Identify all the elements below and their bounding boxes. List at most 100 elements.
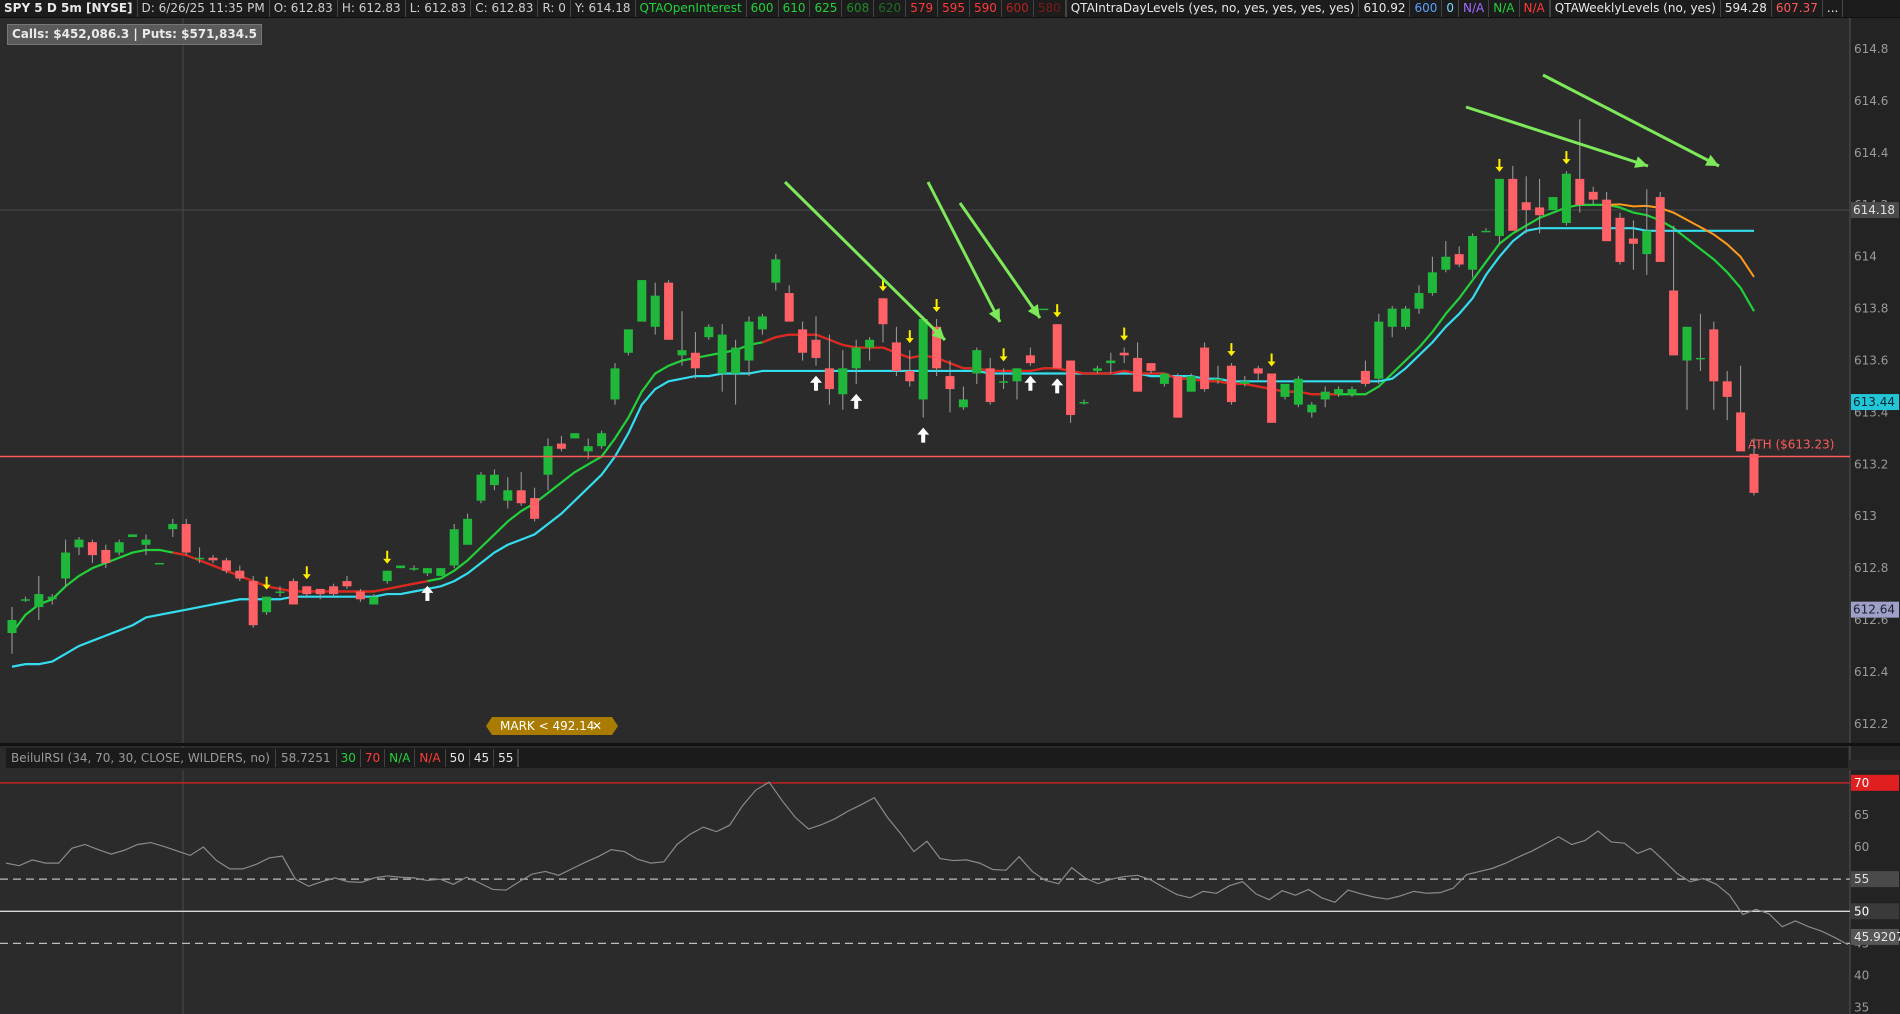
candle bbox=[1374, 313, 1384, 384]
price-axis-tick: 614.6 bbox=[1854, 94, 1888, 108]
panel-separator[interactable] bbox=[0, 743, 1900, 746]
intraday-level-value-2: 0 bbox=[1442, 0, 1460, 17]
candle bbox=[1401, 306, 1411, 330]
price-axis-tick: 614.8 bbox=[1854, 42, 1888, 56]
open-interest-value-0: 600 bbox=[747, 0, 779, 17]
rsi-current-badge: 45.9207 bbox=[1851, 928, 1900, 945]
open-interest-value-2: 625 bbox=[810, 0, 843, 17]
study-header-bar: SPY 5 D 5m [NYSE] D: 6/26/25 11:35 PM O:… bbox=[0, 0, 1900, 18]
ema-price-badge: 613.44 bbox=[1851, 394, 1899, 411]
close-icon[interactable]: ✕ bbox=[592, 719, 602, 733]
candle bbox=[637, 280, 647, 322]
candle bbox=[1052, 324, 1062, 369]
price-axis-tick: 613.2 bbox=[1854, 457, 1888, 471]
svg-text:613.44: 613.44 bbox=[1853, 395, 1895, 409]
rsi-param-value-4: 50 bbox=[446, 749, 470, 767]
candle bbox=[154, 562, 164, 565]
open-interest-study-label[interactable]: QTAOpenInterest bbox=[636, 0, 747, 17]
low-label: L: 612.83 bbox=[406, 0, 472, 17]
price-axis-tick: 613.8 bbox=[1854, 302, 1888, 316]
mark-price-badge: 612.64 bbox=[1851, 601, 1899, 618]
candle bbox=[1200, 342, 1210, 392]
candle bbox=[1561, 171, 1571, 226]
intraday-levels-values: 610.92 600 0 N/A N/A N/A bbox=[1359, 0, 1551, 17]
candle bbox=[664, 280, 674, 340]
candle bbox=[610, 363, 620, 405]
range-label: R: 0 bbox=[538, 0, 571, 17]
candle bbox=[449, 524, 459, 569]
candle bbox=[476, 472, 486, 504]
candle bbox=[248, 575, 258, 628]
svg-text:70: 70 bbox=[1854, 776, 1869, 790]
rsi-axis-tick: 65 bbox=[1854, 808, 1869, 822]
candle bbox=[1293, 376, 1303, 408]
intraday-level-value-1: 600 bbox=[1410, 0, 1443, 17]
candle bbox=[597, 430, 607, 449]
price-axis-tick: 613.6 bbox=[1854, 354, 1888, 368]
close-label: C: 612.83 bbox=[471, 0, 539, 17]
open-label: O: 612.83 bbox=[270, 0, 338, 17]
open-interest-value-9: 580 bbox=[1034, 0, 1066, 17]
rsi-param-value-6: 55 bbox=[494, 749, 519, 767]
svg-text:55: 55 bbox=[1854, 872, 1869, 886]
intraday-level-value-3: N/A bbox=[1459, 0, 1490, 17]
rsi-param-value-3: N/A bbox=[415, 749, 446, 767]
price-axis-tick: 612.2 bbox=[1854, 717, 1888, 731]
rsi-value: 58.7251 bbox=[276, 749, 337, 767]
open-interest-value-1: 610 bbox=[779, 0, 811, 17]
open-interest-value-4: 620 bbox=[874, 0, 907, 17]
candle bbox=[396, 565, 406, 569]
candle bbox=[1267, 373, 1277, 423]
candle bbox=[623, 329, 633, 356]
price-axis-tick: 614 bbox=[1854, 250, 1877, 264]
calls-puts-box: Calls: $452,086.3 | Puts: $571,834.5 bbox=[7, 24, 263, 45]
rsi-param-value-2: N/A bbox=[385, 749, 416, 767]
rsi-50-badge: 50 bbox=[1851, 903, 1899, 920]
rsi-values: 30 70 N/A N/A 50 45 55 bbox=[337, 749, 520, 767]
candle bbox=[128, 534, 138, 537]
svg-text:45.9207: 45.9207 bbox=[1854, 930, 1900, 944]
candle bbox=[436, 568, 446, 576]
svg-text:614.18: 614.18 bbox=[1853, 203, 1895, 217]
mark-label: MARK < 492.14 bbox=[500, 719, 594, 733]
price-axis-tick: 612.8 bbox=[1854, 561, 1888, 575]
rsi-axis-tick: 60 bbox=[1854, 840, 1869, 854]
candle bbox=[1494, 178, 1504, 244]
svg-text:50: 50 bbox=[1854, 904, 1869, 918]
open-interest-value-6: 595 bbox=[938, 0, 970, 17]
weekly-level-value-2: ... bbox=[1823, 0, 1844, 17]
candle bbox=[570, 433, 580, 439]
intraday-level-value-0: 610.92 bbox=[1359, 0, 1411, 17]
candle bbox=[288, 578, 298, 605]
open-interest-value-5: 579 bbox=[906, 0, 939, 17]
price-chart[interactable]: 614.8614.6614.4614.2614613.8613.6613.461… bbox=[0, 18, 1900, 760]
last-high-price-badge: 614.18 bbox=[1851, 202, 1899, 219]
candle bbox=[1066, 360, 1076, 423]
weekly-level-value-0: 594.28 bbox=[1721, 0, 1772, 17]
rsi-header-bar: BeilulRSI (34, 70, 30, CLOSE, WILDERS, n… bbox=[6, 748, 1848, 768]
rsi-chart[interactable]: 7065605550454035 70555045.9207 bbox=[0, 770, 1900, 1014]
candle bbox=[1226, 363, 1236, 405]
open-interest-value-7: 590 bbox=[970, 0, 1002, 17]
intraday-level-value-5: N/A bbox=[1520, 0, 1550, 17]
rsi-study-label[interactable]: BeilulRSI (34, 70, 30, CLOSE, WILDERS, n… bbox=[6, 749, 276, 767]
candle bbox=[1548, 197, 1558, 211]
candle bbox=[181, 518, 191, 556]
candle bbox=[1173, 373, 1183, 418]
price-axis-tick: 612.4 bbox=[1854, 665, 1888, 679]
rsi-axis-tick: 40 bbox=[1854, 968, 1869, 982]
weekly-levels-study-label[interactable]: QTAWeeklyLevels (no, yes) bbox=[1551, 0, 1721, 17]
svg-text:612.64: 612.64 bbox=[1853, 603, 1895, 617]
open-interest-values: 600 610 625 608 620 579 595 590 600 580 bbox=[747, 0, 1067, 17]
weekly-level-value-1: 607.37 bbox=[1772, 0, 1823, 17]
price-axis-tick: 614.4 bbox=[1854, 146, 1888, 160]
open-interest-value-3: 608 bbox=[842, 0, 875, 17]
candle bbox=[1655, 191, 1665, 262]
candle bbox=[262, 596, 272, 615]
ath-label: ATH ($613.23) bbox=[1748, 438, 1834, 452]
symbol-label[interactable]: SPY 5 D 5m [NYSE] bbox=[0, 0, 138, 17]
intraday-levels-study-label[interactable]: QTAIntraDayLevels (yes, no, yes, yes, ye… bbox=[1067, 0, 1360, 17]
y-label: Y: 614.18 bbox=[571, 0, 636, 17]
mark-badge[interactable]: MARK < 492.14 ✕ bbox=[486, 717, 618, 735]
price-axis-tick: 613 bbox=[1854, 509, 1877, 523]
